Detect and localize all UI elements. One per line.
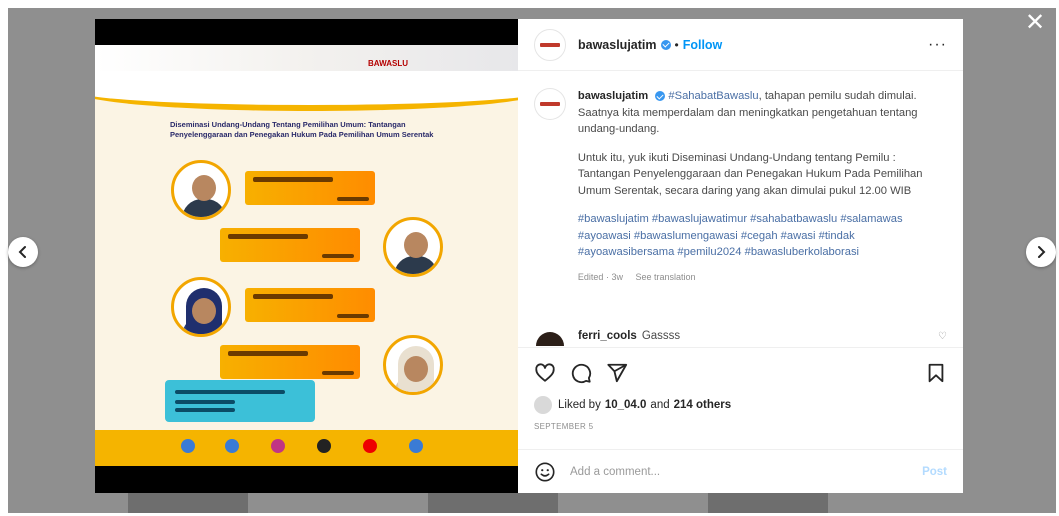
- speaker-namebar: [220, 228, 360, 262]
- speaker-namebar: [245, 171, 375, 205]
- background-thumbnail: [428, 491, 558, 513]
- likes-prefix: Liked by: [558, 399, 601, 411]
- chevron-left-icon[interactable]: [8, 237, 38, 267]
- poster-title: Diseminasi Undang-Undang Tentang Pemilih…: [170, 120, 434, 139]
- speaker-photo: [171, 160, 231, 220]
- comment-input[interactable]: [570, 465, 923, 478]
- event-poster-image: BAWASLU Diseminasi Undang-Undang Tentang…: [95, 45, 518, 466]
- add-comment-bar: Post: [518, 449, 963, 493]
- poster-footer: [95, 430, 518, 466]
- zoom-info-box: [165, 380, 315, 422]
- speaker-namebar: [220, 345, 360, 379]
- comment-like-icon[interactable]: ♡: [938, 331, 947, 342]
- speaker-photo: [383, 217, 443, 277]
- avatar: [534, 396, 552, 414]
- caption-meta: Edited · 3w See translation: [578, 269, 947, 286]
- comment-item: ferri_cools Gassss ♡: [534, 326, 947, 346]
- comment-icon[interactable]: [570, 362, 592, 384]
- post-comment-button[interactable]: Post: [922, 466, 947, 478]
- post-media[interactable]: BAWASLU Diseminasi Undang-Undang Tentang…: [95, 19, 518, 493]
- comment-username[interactable]: ferri_cools: [578, 330, 637, 342]
- close-icon[interactable]: ✕: [1023, 11, 1047, 36]
- avatar[interactable]: [534, 88, 566, 120]
- likes-others[interactable]: 214 others: [674, 399, 732, 411]
- post-date[interactable]: SEPTEMBER 5: [534, 422, 947, 431]
- likes-and: and: [650, 399, 670, 411]
- background-thumbnail: [708, 491, 828, 513]
- post-sidebar: bawaslujatim • Follow ··· bawaslujatim #…: [518, 19, 963, 493]
- hashtag-link[interactable]: #SahabatBawaslu: [668, 90, 758, 102]
- poster-logo: BAWASLU: [368, 59, 408, 68]
- bookmark-icon[interactable]: [925, 362, 947, 384]
- caption-scroll-area[interactable]: bawaslujatim #SahabatBawaslu, tahapan pe…: [518, 72, 963, 347]
- see-translation-link[interactable]: See translation: [635, 272, 695, 282]
- likes-summary[interactable]: Liked by 10_04.0 and 214 others: [534, 396, 947, 414]
- likes-user[interactable]: 10_04.0: [605, 399, 647, 411]
- follow-button[interactable]: Follow: [683, 38, 723, 52]
- speaker-namebar: [245, 288, 375, 322]
- caption-paragraph: Untuk itu, yuk ikuti Diseminasi Undang-U…: [577, 151, 923, 197]
- speaker-photo: [383, 335, 443, 395]
- avatar[interactable]: [534, 28, 566, 61]
- avatar[interactable]: [534, 326, 566, 346]
- post-actions: Liked by 10_04.0 and 214 others SEPTEMBE…: [518, 347, 963, 431]
- verified-badge-icon: [655, 91, 666, 102]
- caption-username[interactable]: bawaslujatim: [578, 90, 648, 102]
- hashtag-list[interactable]: #bawaslujatim #bawaslujawatimur #sahabat…: [578, 211, 947, 261]
- separator-dot: •: [674, 37, 679, 52]
- post-username[interactable]: bawaslujatim: [578, 38, 657, 52]
- verified-badge-icon: [660, 39, 671, 50]
- speaker-photo: [171, 277, 231, 337]
- post-modal: BAWASLU Diseminasi Undang-Undang Tentang…: [95, 19, 963, 493]
- edited-label: Edited · 3w: [577, 271, 623, 282]
- more-options-icon[interactable]: ···: [928, 36, 947, 54]
- chevron-right-icon[interactable]: [1026, 237, 1056, 267]
- poster-swoosh: [95, 71, 518, 111]
- comment-text: Gassss: [641, 330, 681, 342]
- heart-icon[interactable]: [534, 362, 556, 384]
- caption-text: bawaslujatim #SahabatBawaslu, tahapan pe…: [578, 88, 947, 285]
- paper-plane-icon[interactable]: [606, 362, 628, 384]
- post-header: bawaslujatim • Follow ···: [518, 19, 963, 71]
- emoji-icon[interactable]: [534, 461, 556, 483]
- background-thumbnail: [128, 491, 248, 513]
